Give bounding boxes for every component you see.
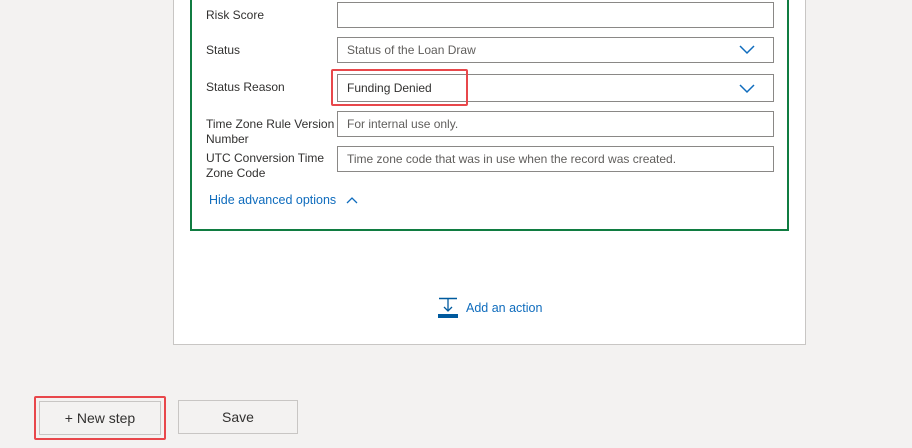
utc-conversion-label: UTC Conversion Time Zone Code <box>206 151 325 180</box>
time-zone-rule-input[interactable]: For internal use only. <box>337 111 774 137</box>
status-dropdown[interactable]: Status of the Loan Draw <box>337 37 774 63</box>
hide-advanced-options-link[interactable]: Hide advanced options <box>209 193 358 207</box>
utc-conversion-input[interactable]: Time zone code that was in use when the … <box>337 146 774 172</box>
chevron-up-icon <box>346 197 358 204</box>
status-reason-label: Status Reason <box>206 80 285 94</box>
chevron-down-icon[interactable] <box>739 82 755 94</box>
save-button[interactable]: Save <box>178 400 298 434</box>
risk-score-label: Risk Score <box>206 8 265 22</box>
update-record-action-card: Risk Score Status Status of the Loan Dra… <box>190 0 789 231</box>
add-action-icon <box>438 297 458 318</box>
add-action-button[interactable]: Add an action <box>438 296 542 320</box>
risk-score-input[interactable] <box>337 2 774 28</box>
chevron-down-icon[interactable] <box>739 43 755 55</box>
status-label: Status <box>206 43 241 57</box>
status-reason-highlight <box>331 69 468 106</box>
new-step-highlight <box>34 396 166 440</box>
add-action-label: Add an action <box>466 301 543 315</box>
time-zone-rule-label: Time Zone Rule Version Number <box>206 117 335 146</box>
status-placeholder: Status of the Loan Draw <box>347 43 476 57</box>
